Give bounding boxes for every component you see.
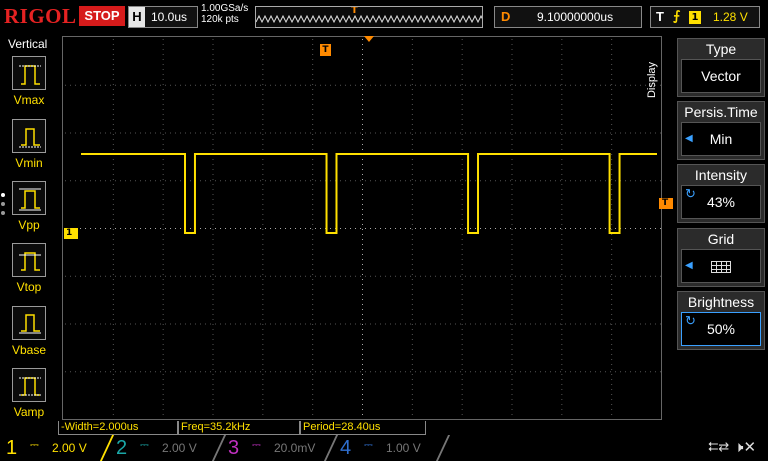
menu-value: Vector <box>681 59 761 93</box>
trigger-position-marker <box>364 36 374 42</box>
speaker-mute-icon[interactable]: 🕨✕ <box>734 438 756 456</box>
channel-bar: 1 ⎓ 2.00 V 2 ⎓ 2.00 V 3 ⎓ 20.0mV 4 ⎓ 1.0… <box>0 435 768 461</box>
menu-brightness[interactable]: Brightness ↻ 50% <box>677 291 765 350</box>
measure-vmin[interactable]: Vmin <box>0 119 56 179</box>
channel-2-tab[interactable]: 2 ⎓ 2.00 V <box>110 435 218 461</box>
vmax-icon <box>12 56 46 90</box>
channel-number: 1 <box>6 437 18 459</box>
channel-scale: 2.00 V <box>162 441 197 455</box>
channel-scale: 1.00 V <box>386 441 421 455</box>
rising-edge-icon: ⨍ <box>673 9 681 24</box>
trigger-level: 1.28 V <box>713 10 748 24</box>
top-bar: RIGOL STOP H 10.0us 1.00GSa/s 120k pts T… <box>0 0 768 34</box>
menu-intensity[interactable]: Intensity ↻ 43% <box>677 164 765 223</box>
result-frequency: Freq=35.2kHz <box>178 421 300 435</box>
measure-vbase[interactable]: Vbase <box>0 306 56 366</box>
channel-number: 4 <box>340 437 352 459</box>
measurement-results: -Width=2.000us Freq=35.2kHz Period=28.40… <box>58 421 658 435</box>
menu-grid[interactable]: Grid ◀ <box>677 228 765 287</box>
measure-label: Vtop <box>16 280 42 294</box>
menu-value: ◀ Min <box>681 122 761 156</box>
left-arrow-icon: ◀ <box>685 133 693 144</box>
measure-vamp[interactable]: Vamp <box>0 368 56 428</box>
timebase-value: 10.0us <box>151 10 188 24</box>
measure-category: Vertical <box>8 37 48 51</box>
graticule <box>65 39 661 415</box>
menu-value: ◀ <box>681 249 761 283</box>
measure-label: Vpp <box>18 218 40 232</box>
menu-title: Persis.Time <box>684 104 758 120</box>
vpp-icon <box>12 181 46 215</box>
channel-4-tab[interactable]: 4 ⎓ 1.00 V <box>334 435 442 461</box>
brand-logo: RIGOL <box>4 4 77 28</box>
menu-type[interactable]: Type Vector <box>677 38 765 97</box>
channel1-offset-marker[interactable]: 1 <box>64 228 78 239</box>
dc-coupling-icon: ⎓ <box>252 438 261 451</box>
menu-title: Type <box>705 41 737 57</box>
run-stop-button[interactable]: STOP <box>79 6 125 26</box>
channel-number: 3 <box>228 437 240 459</box>
usb-icon: ⮄⇄ <box>708 440 730 455</box>
memory-depth: 120k pts <box>201 14 239 25</box>
waveform-display[interactable] <box>62 36 662 420</box>
dc-coupling-icon: ⎓ <box>140 438 149 451</box>
trigger-source: 1 <box>689 11 701 24</box>
left-arrow-icon: ◀ <box>685 260 693 271</box>
channel-3-tab[interactable]: 3 ⎓ 20.0mV <box>222 435 330 461</box>
menu-tab-display: Display <box>646 61 659 99</box>
measure-label: Vamp <box>13 405 45 419</box>
channel-number: 2 <box>116 437 128 459</box>
delay-label: D <box>501 9 511 24</box>
channel1-trace <box>81 153 657 234</box>
result-width: -Width=2.000us <box>58 421 178 435</box>
menu-persistence-time[interactable]: Persis.Time ◀ Min <box>677 101 765 160</box>
measure-panel: Vertical Vmax Vmin Vpp Vtop Vbase Vamp <box>0 36 56 426</box>
dc-coupling-icon: ⎓ <box>364 438 373 451</box>
channel-1-tab[interactable]: 1 ⎓ 2.00 V <box>0 435 108 461</box>
measure-label: Vmin <box>15 156 43 170</box>
trigger-label: T <box>656 9 664 24</box>
measure-vmax[interactable]: Vmax <box>0 56 56 116</box>
horizontal-timebase[interactable]: H 10.0us <box>128 6 198 28</box>
result-period: Period=28.40us <box>300 421 426 435</box>
trigger-time-marker: T <box>320 44 331 56</box>
knob-icon: ↻ <box>685 186 696 201</box>
delay-value: 9.10000000us <box>537 10 614 24</box>
vmin-icon <box>12 119 46 153</box>
vbase-icon <box>12 306 46 340</box>
memory-trigger-marker: T <box>351 6 358 16</box>
sample-info: 1.00GSa/s 120k pts <box>201 3 248 25</box>
measure-label: Vbase <box>11 343 47 357</box>
menu-value: ↻ 43% <box>681 185 761 219</box>
vamp-icon <box>12 368 46 402</box>
knob-icon: ↻ <box>685 313 696 328</box>
dc-coupling-icon: ⎓ <box>30 438 39 451</box>
measure-vtop[interactable]: Vtop <box>0 243 56 303</box>
sample-rate: 1.00GSa/s <box>201 3 249 14</box>
measure-label: Vmax <box>13 93 45 107</box>
trigger-setting[interactable]: T ⨍ 1 1.28 V <box>650 6 760 28</box>
delay-setting[interactable]: D 9.10000000us <box>494 6 642 28</box>
memory-overview-waveform <box>256 14 482 24</box>
menu-title: Grid <box>707 231 735 247</box>
channel-scale: 2.00 V <box>52 441 87 455</box>
memory-overview: T <box>255 6 483 28</box>
display-menu: Display Type Vector Persis.Time ◀ Min In… <box>646 36 768 426</box>
horizontal-label: H <box>129 7 145 27</box>
menu-value: ↻ 50% <box>681 312 761 346</box>
channel-scale: 20.0mV <box>274 441 316 455</box>
vtop-icon <box>12 243 46 277</box>
measure-vpp[interactable]: Vpp <box>0 181 56 241</box>
full-grid-icon <box>711 261 731 274</box>
